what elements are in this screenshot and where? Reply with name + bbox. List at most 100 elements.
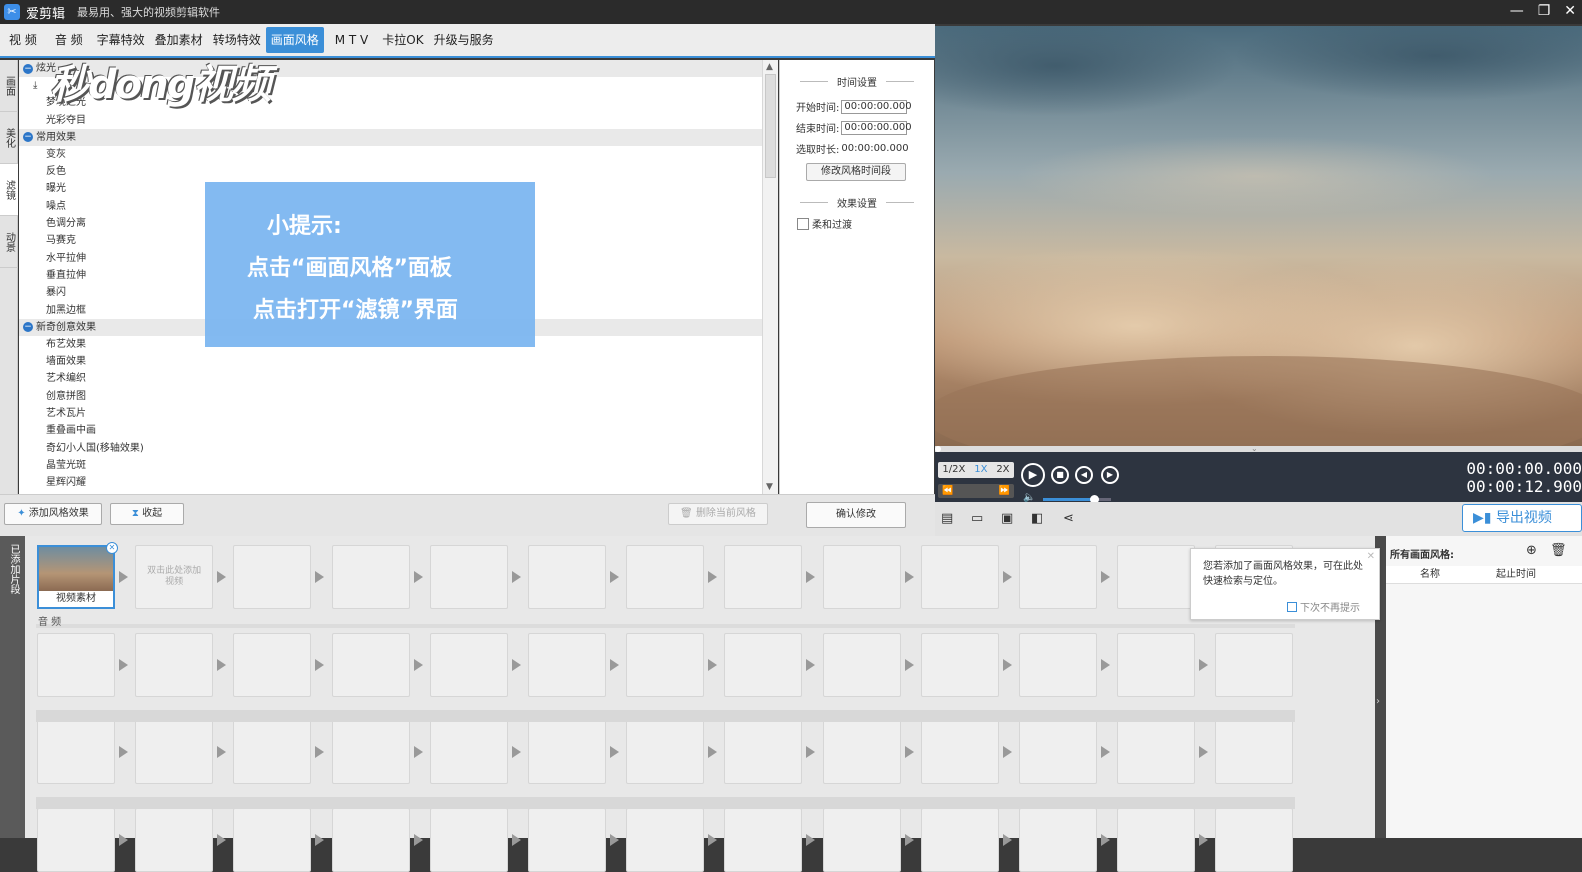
scroll-down-icon[interactable]: ▼ <box>766 482 773 492</box>
transition-arrow-icon[interactable] <box>217 659 227 671</box>
tree-item[interactable]: 晶莹光斑 <box>19 457 762 474</box>
transition-arrow-icon[interactable] <box>708 746 718 758</box>
speed-half[interactable]: 1/2X <box>942 462 965 478</box>
transition-arrow-icon[interactable] <box>119 746 128 758</box>
maximize-icon[interactable]: ❐ <box>1538 0 1551 22</box>
transition-arrow-icon[interactable] <box>217 571 227 583</box>
transition-arrow-icon[interactable] <box>610 746 619 758</box>
stop-icon[interactable]: ■ <box>1051 466 1069 484</box>
transition-arrow-icon[interactable] <box>413 571 423 583</box>
empty-clip-slot[interactable] <box>822 633 901 697</box>
empty-clip-slot[interactable] <box>920 808 999 872</box>
empty-clip-slot[interactable] <box>429 545 508 609</box>
transition-arrow-icon[interactable] <box>511 746 521 758</box>
transition-arrow-icon[interactable] <box>1101 659 1110 671</box>
empty-clip-slot[interactable] <box>331 633 410 697</box>
transition-arrow-icon[interactable] <box>119 834 128 846</box>
empty-clip-slot[interactable] <box>429 808 508 872</box>
empty-clip-slot[interactable] <box>233 633 312 697</box>
timeline-side-tab[interactable]: 已添加片段 <box>0 536 25 838</box>
empty-clip-slot[interactable] <box>233 720 312 784</box>
empty-clip-slot[interactable] <box>822 720 901 784</box>
snapshot-icon[interactable]: ▤ <box>941 511 953 526</box>
rewind-icon[interactable]: ⏪ <box>942 484 953 498</box>
tab-transition[interactable]: 转场特效 <box>208 27 266 53</box>
tree-item[interactable]: 重叠画中画 <box>19 422 762 439</box>
tree-item[interactable]: 反色 <box>19 163 762 180</box>
empty-clip-slot[interactable] <box>1117 720 1196 784</box>
column-time-header[interactable]: 起止时间 <box>1496 566 1536 584</box>
remove-clip-icon[interactable]: ✕ <box>106 542 118 554</box>
transition-arrow-icon[interactable] <box>315 659 325 671</box>
empty-clip-slot[interactable] <box>724 720 803 784</box>
collapse-icon[interactable]: − <box>23 322 33 333</box>
transition-arrow-icon[interactable] <box>119 659 128 671</box>
empty-clip-slot[interactable] <box>1215 808 1294 872</box>
tab-audio[interactable]: 音 频 <box>50 27 88 53</box>
empty-clip-slot[interactable] <box>1019 720 1097 784</box>
empty-clip-slot[interactable] <box>37 720 115 784</box>
start-time-input[interactable]: 00:00:00.000 <box>841 99 912 114</box>
empty-clip-slot[interactable] <box>37 633 115 697</box>
empty-clip-slot[interactable] <box>626 545 705 609</box>
delete-style-button[interactable]: 🗑 删除当前风格 <box>668 503 768 525</box>
transition-arrow-icon[interactable] <box>806 659 816 671</box>
empty-clip-slot[interactable] <box>1019 633 1097 697</box>
collapse-icon[interactable]: − <box>23 132 33 143</box>
empty-clip-slot[interactable] <box>1019 808 1097 872</box>
tree-item[interactable]: 艺术编织 <box>19 370 762 387</box>
transition-arrow-icon[interactable] <box>315 746 325 758</box>
locate-icon[interactable]: ⊕ <box>1526 543 1537 558</box>
transition-arrow-icon[interactable] <box>904 659 914 671</box>
side-tab-motion[interactable]: 动景 <box>0 216 18 268</box>
next-frame-icon[interactable]: ▶ <box>1101 466 1119 484</box>
fast-forward-icon[interactable]: ⏩ <box>999 484 1010 498</box>
soft-transition-checkbox[interactable] <box>797 217 809 230</box>
transition-arrow-icon[interactable] <box>1002 746 1012 758</box>
empty-clip-slot[interactable] <box>429 633 508 697</box>
minimize-icon[interactable]: — <box>1510 0 1524 22</box>
empty-clip-slot[interactable] <box>37 808 115 872</box>
transition-arrow-icon[interactable] <box>708 571 718 583</box>
save-icon[interactable]: ▣ <box>1001 511 1013 526</box>
transition-arrow-icon[interactable] <box>1199 834 1209 846</box>
transition-arrow-icon[interactable] <box>511 834 521 846</box>
empty-clip-slot[interactable] <box>528 808 606 872</box>
transition-arrow-icon[interactable] <box>806 746 816 758</box>
export-video-button[interactable]: ▶▮ 导出视频 <box>1462 504 1582 532</box>
empty-clip-slot[interactable] <box>233 545 312 609</box>
transition-arrow-icon[interactable] <box>806 834 816 846</box>
trash-icon[interactable]: 🗑 <box>1550 543 1567 558</box>
tree-item[interactable]: 创意拼图 <box>19 388 762 405</box>
empty-clip-slot[interactable] <box>920 545 999 609</box>
previous-frame-icon[interactable]: ◀ <box>1075 466 1093 484</box>
transition-arrow-icon[interactable] <box>1199 659 1209 671</box>
end-time-input[interactable]: 00:00:00.000 <box>841 120 912 135</box>
tree-item[interactable]: 墙面效果 <box>19 353 762 370</box>
collapse-icon[interactable]: − <box>23 63 33 74</box>
tree-item[interactable]: 光彩夺目 <box>19 112 762 129</box>
empty-clip-slot[interactable] <box>331 808 410 872</box>
tree-scrollbar[interactable]: ▲ ▼ <box>762 60 778 494</box>
empty-clip-slot[interactable] <box>135 720 214 784</box>
transition-arrow-icon[interactable] <box>806 571 816 583</box>
speed-1x[interactable]: 1X <box>974 462 987 478</box>
volume-slider[interactable] <box>1043 495 1111 504</box>
tab-overlay[interactable]: 叠加素材 <box>150 27 208 53</box>
confirm-modify-button[interactable]: 确认修改 <box>806 502 906 528</box>
modify-time-button[interactable]: 修改风格时间段 <box>806 163 906 181</box>
transition-arrow-icon[interactable] <box>904 746 914 758</box>
transition-arrow-icon[interactable] <box>511 571 521 583</box>
play-icon[interactable]: ▶ <box>1021 463 1045 487</box>
transition-arrow-icon[interactable] <box>511 659 521 671</box>
empty-clip-slot[interactable]: 双击此处添加视频 <box>135 545 214 609</box>
empty-clip-slot[interactable] <box>528 545 606 609</box>
transition-arrow-icon[interactable] <box>217 834 227 846</box>
tree-item[interactable]: 变灰 <box>19 146 762 163</box>
tab-karaoke[interactable]: 卡拉OK <box>377 27 428 53</box>
column-name-header[interactable]: 名称 <box>1420 566 1440 584</box>
collapse-button[interactable]: ⧗ 收起 <box>110 503 184 525</box>
empty-clip-slot[interactable] <box>135 633 214 697</box>
empty-clip-slot[interactable] <box>822 808 901 872</box>
close-icon[interactable]: ✕ <box>1564 0 1576 22</box>
